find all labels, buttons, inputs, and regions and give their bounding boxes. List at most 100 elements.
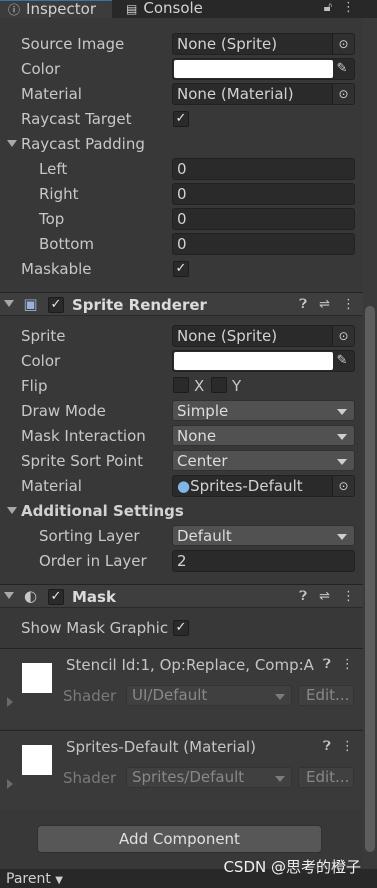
padding-top-label: Top — [39, 210, 65, 228]
color-field[interactable]: ✎ — [172, 58, 355, 80]
mask-interaction-dropdown[interactable]: None — [172, 425, 355, 446]
flip-label: Flip — [21, 377, 48, 395]
chevron-down-icon: ▼ — [55, 875, 63, 886]
preset-icon[interactable]: ⇌ — [319, 297, 342, 312]
material-preview-stencil: Stencil Id:1, Op:Replace, Comp:A ❓︎⋮ Sha… — [0, 648, 368, 728]
shader-value: Sprites/Default — [132, 768, 245, 786]
chevron-down-icon — [337, 409, 347, 415]
sprite-renderer-icon: ▣ — [23, 295, 38, 313]
lock-icon[interactable]: 🔓︎ — [324, 0, 342, 15]
shader-dropdown[interactable]: UI/Default — [126, 685, 292, 706]
padding-bottom-field[interactable]: 0 — [172, 233, 355, 255]
help-icon[interactable]: ❓︎ — [323, 657, 341, 672]
raycast-target-checkbox[interactable]: ✓ — [173, 111, 189, 127]
help-icon[interactable]: ❓︎ — [299, 297, 319, 312]
sorting-layer-dropdown[interactable]: Default — [172, 525, 355, 546]
padding-top-field[interactable]: 0 — [172, 208, 355, 230]
draw-mode-dropdown[interactable]: Simple — [172, 400, 355, 421]
info-icon: ⓘ — [8, 3, 21, 17]
help-icon[interactable]: ❓︎ — [323, 739, 341, 754]
material-asset-icon: ● — [177, 477, 191, 495]
tab-bar: ⓘ Inspector ▤ Console 🔓︎⋮ — [0, 0, 377, 18]
mask-enabled-checkbox[interactable]: ✓ — [48, 589, 64, 605]
shader-value: UI/Default — [132, 686, 208, 704]
sorting-layer-label: Sorting Layer — [39, 527, 140, 545]
shader-dropdown[interactable]: Sprites/Default — [126, 767, 292, 788]
sort-point-dropdown[interactable]: Center — [172, 450, 355, 471]
sprite-renderer-enabled-checkbox[interactable]: ✓ — [48, 297, 64, 313]
eyedropper-icon[interactable]: ✎ — [333, 59, 351, 79]
additional-settings-label[interactable]: Additional Settings — [21, 500, 184, 522]
tab-actions: 🔓︎⋮ — [324, 0, 365, 15]
sorting-layer-value: Default — [177, 527, 232, 545]
flip-x-label: X — [194, 377, 205, 395]
sort-point-label: Sprite Sort Point — [21, 452, 144, 470]
sr-color-field[interactable]: ✎ — [172, 350, 355, 372]
parent-label: Parent — [6, 871, 51, 887]
mask-header[interactable]: ◐ ✓ Mask ❓︎⇌⋮ — [0, 584, 377, 608]
tab-console-label: Console — [143, 0, 203, 17]
source-image-label: Source Image — [21, 35, 125, 53]
object-picker-icon[interactable]: ⊙ — [332, 34, 354, 54]
flip-y-checkbox[interactable] — [211, 377, 227, 393]
additional-settings-fold-icon[interactable] — [7, 507, 17, 514]
sr-color-swatch[interactable] — [174, 352, 333, 370]
edit-shader-button[interactable]: Edit... — [298, 767, 354, 788]
order-in-layer-field[interactable]: 2 — [172, 550, 355, 572]
sr-material-field[interactable]: ●Sprites-Default ⊙ — [172, 475, 355, 497]
tab-console[interactable]: ▤ Console — [126, 0, 203, 18]
sprite-renderer-fold-icon[interactable] — [4, 300, 14, 307]
material-field[interactable]: None (Material) ⊙ — [172, 83, 355, 105]
raycast-padding-label: Raycast Padding — [21, 135, 145, 153]
padding-right-field[interactable]: 0 — [172, 183, 355, 205]
eyedropper-icon[interactable]: ✎ — [333, 351, 351, 371]
watermark: CSDN @思考的橙子 — [223, 858, 361, 876]
scrollbar-thumb[interactable] — [365, 306, 375, 852]
sr-material-label: Material — [21, 477, 82, 495]
sprite-renderer-header[interactable]: ▣ ✓ Sprite Renderer ❓︎⇌⋮ — [0, 292, 377, 316]
edit-shader-button[interactable]: Edit... — [298, 685, 354, 706]
sprite-field[interactable]: None (Sprite) ⊙ — [172, 325, 355, 347]
object-picker-icon[interactable]: ⊙ — [332, 84, 354, 104]
maskable-checkbox[interactable]: ✓ — [173, 261, 189, 277]
help-icon[interactable]: ❓︎ — [299, 589, 319, 604]
material-value: None (Material) — [177, 85, 294, 103]
raycast-padding-fold-icon[interactable] — [7, 140, 17, 147]
preset-icon[interactable]: ⇌ — [319, 589, 342, 604]
flip-x-checkbox[interactable] — [173, 377, 189, 393]
draw-mode-value: Simple — [177, 402, 229, 420]
maskable-label: Maskable — [21, 260, 92, 278]
shader-label: Shader — [63, 687, 117, 705]
material-fold-icon[interactable] — [7, 779, 13, 789]
padding-left-field[interactable]: 0 — [172, 158, 355, 180]
sr-color-label: Color — [21, 352, 61, 370]
sprite-renderer-title: Sprite Renderer — [72, 296, 207, 314]
chevron-down-icon — [275, 776, 285, 782]
raycast-target-label: Raycast Target — [21, 110, 132, 128]
more-menu-icon[interactable]: ⋮ — [342, 0, 365, 15]
material-thumbnail — [22, 663, 52, 693]
source-image-field[interactable]: None (Sprite) ⊙ — [172, 33, 355, 55]
material-title: Stencil Id:1, Op:Replace, Comp:A — [66, 656, 314, 674]
color-swatch[interactable] — [174, 60, 333, 78]
material-fold-icon[interactable] — [7, 697, 13, 707]
more-menu-icon[interactable]: ⋮ — [341, 739, 364, 754]
color-label: Color — [21, 60, 61, 78]
material-actions: ❓︎⋮ — [323, 657, 364, 672]
material-title: Sprites-Default (Material) — [66, 738, 256, 756]
mask-fold-icon[interactable] — [4, 592, 14, 599]
parent-dropdown[interactable]: Parent ▼ — [6, 871, 63, 888]
mask-actions: ❓︎⇌⋮ — [299, 585, 367, 609]
source-image-value: None (Sprite) — [177, 35, 278, 53]
object-picker-icon[interactable]: ⊙ — [332, 476, 354, 496]
add-component-button[interactable]: Add Component — [37, 825, 322, 853]
chevron-down-icon — [275, 694, 285, 700]
tab-inspector[interactable]: ⓘ Inspector — [0, 0, 112, 18]
shader-label: Shader — [63, 769, 117, 787]
object-picker-icon[interactable]: ⊙ — [332, 326, 354, 346]
more-menu-icon[interactable]: ⋮ — [341, 657, 364, 672]
material-thumbnail — [22, 745, 52, 775]
show-mask-graphic-checkbox[interactable]: ✓ — [173, 620, 189, 636]
sprite-renderer-actions: ❓︎⇌⋮ — [299, 293, 367, 317]
order-in-layer-label: Order in Layer — [39, 552, 147, 570]
